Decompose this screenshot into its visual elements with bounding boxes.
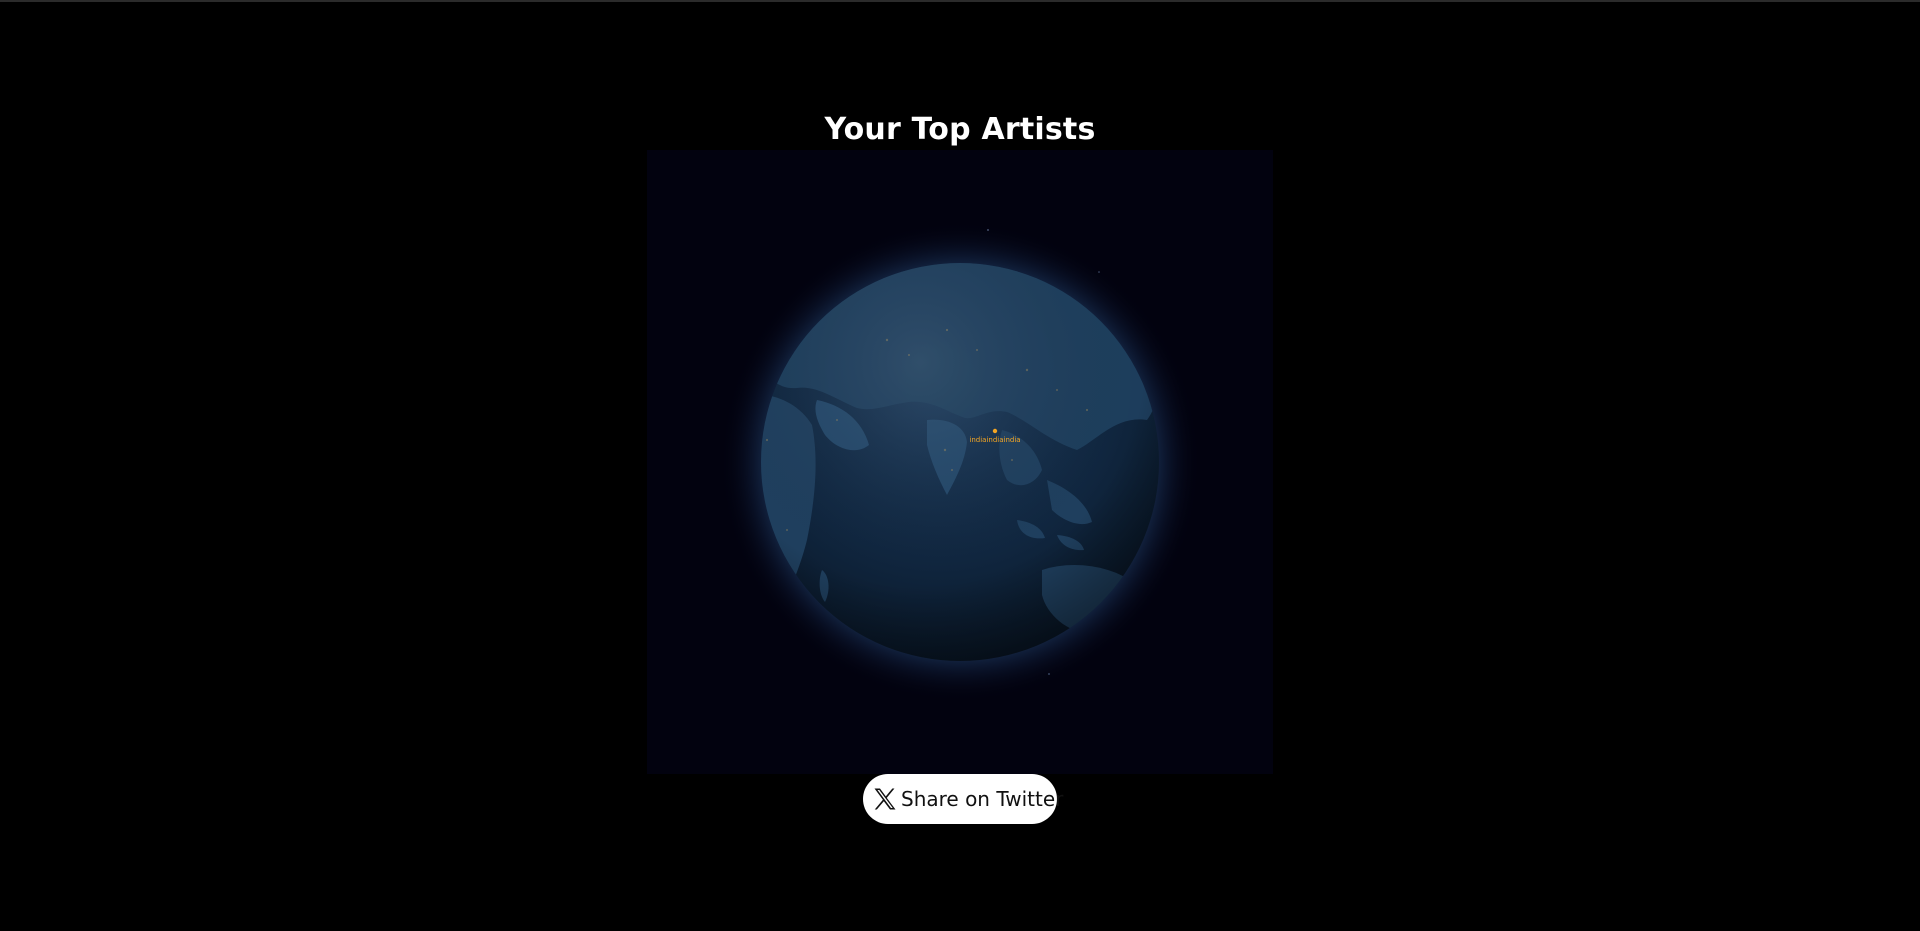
artist-marker-dot[interactable] bbox=[992, 428, 998, 434]
x-logo-icon bbox=[871, 785, 899, 813]
artist-marker-label[interactable]: indiaindiaindia bbox=[969, 436, 1020, 444]
globe-canvas[interactable]: indiaindiaindia bbox=[647, 150, 1273, 774]
page: Your Top Artists indiaindiaindia Share o… bbox=[0, 0, 1920, 931]
share-on-twitter-button[interactable]: Share on Twitter bbox=[863, 774, 1063, 824]
share-button-label: Share on Twitter bbox=[901, 787, 1064, 811]
globe-svg[interactable]: indiaindiaindia bbox=[647, 150, 1273, 774]
globe-shading bbox=[761, 263, 1159, 661]
page-title: Your Top Artists bbox=[824, 112, 1096, 147]
